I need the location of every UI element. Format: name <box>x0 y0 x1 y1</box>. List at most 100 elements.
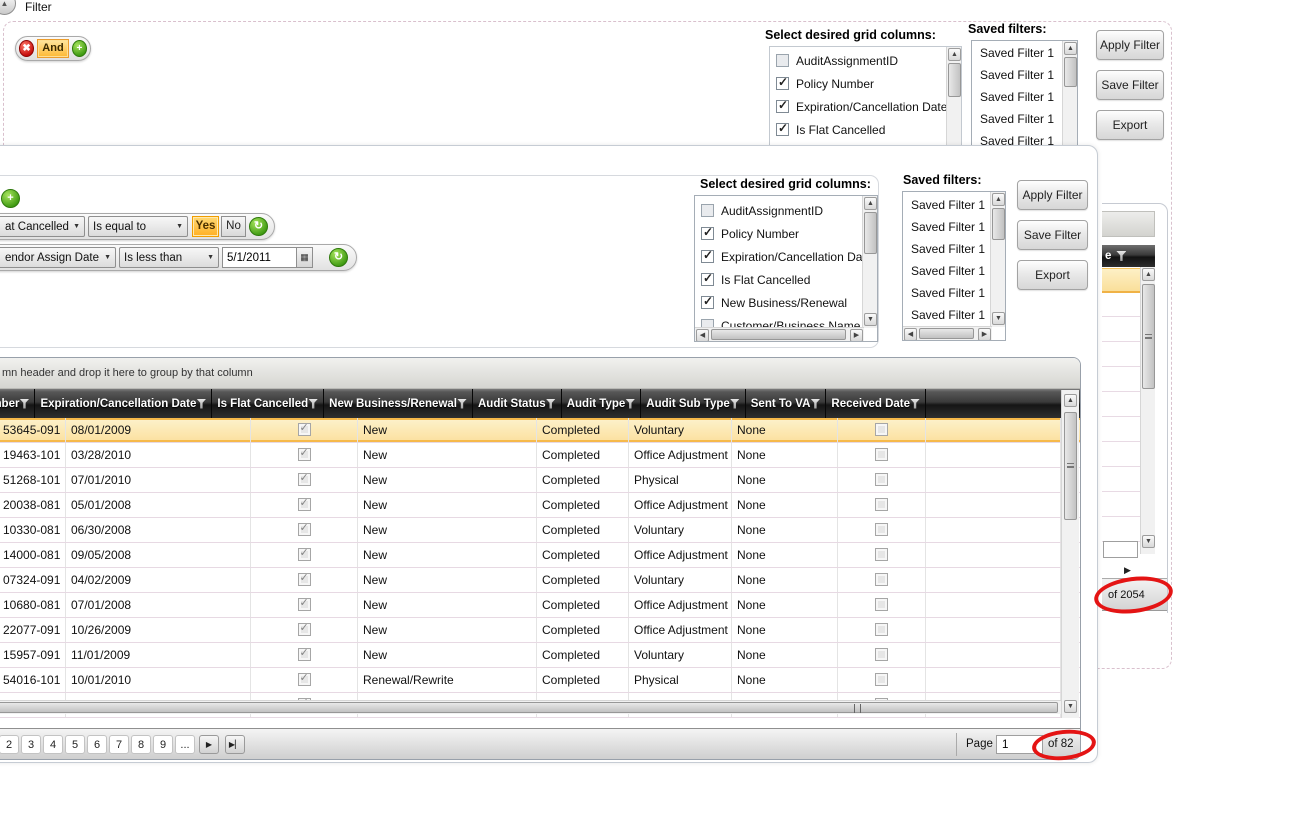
column-checkbox[interactable] <box>701 271 714 286</box>
scroll-thumb[interactable] <box>919 328 974 339</box>
column-option[interactable]: AuditAssignmentID <box>695 199 877 222</box>
background-column-header[interactable]: e <box>1102 245 1155 267</box>
filter-funnel-icon[interactable] <box>910 398 921 409</box>
operator-dropdown-1[interactable]: Is equal to ▼ <box>88 216 188 237</box>
scroll-right-icon[interactable]: ▶ <box>1124 565 1131 576</box>
column-option[interactable]: Policy Number <box>695 222 877 245</box>
field-dropdown-2[interactable]: endor Assign Date ▼ <box>0 247 116 268</box>
column-header[interactable]: Is Flat Cancelled <box>212 389 325 418</box>
column-checkbox[interactable] <box>776 75 789 90</box>
page-number-button[interactable]: 5 <box>65 735 85 754</box>
scroll-down-icon[interactable]: ▼ <box>1142 535 1155 548</box>
scroll-left-icon[interactable]: ◀ <box>696 329 709 341</box>
column-header[interactable]: Audit Type <box>562 389 642 418</box>
column-option[interactable]: AuditAssignmentID <box>770 49 961 72</box>
swap-condition-icon[interactable]: ↻ <box>249 217 268 236</box>
scroll-right-icon[interactable]: ▶ <box>850 329 863 341</box>
scroll-thumb[interactable] <box>948 63 961 97</box>
page-number-input[interactable] <box>996 735 1043 754</box>
table-row[interactable]: 10680-081 07/01/2008 New Completed Offic… <box>0 593 1080 618</box>
column-option[interactable]: Policy Number <box>770 72 961 95</box>
table-row[interactable]: 51268-101 07/01/2010 New Completed Physi… <box>0 468 1080 493</box>
scroll-up-icon[interactable]: ▲ <box>864 197 877 210</box>
column-checkbox[interactable] <box>701 204 714 217</box>
grid-horizontal-scrollbar[interactable] <box>0 700 1061 714</box>
scroll-thumb[interactable] <box>1064 412 1077 520</box>
filter-funnel-icon[interactable] <box>625 398 636 409</box>
scroll-left-icon[interactable]: ◀ <box>904 328 917 340</box>
scroll-thumb[interactable] <box>864 212 877 254</box>
column-checkbox[interactable] <box>701 225 714 240</box>
filter-funnel-icon[interactable] <box>810 398 821 409</box>
filter-funnel-icon[interactable] <box>456 398 467 409</box>
column-option[interactable]: Expiration/Cancellation Date <box>770 95 961 118</box>
operator-dropdown-2[interactable]: Is less than ▼ <box>119 247 219 268</box>
column-checkbox[interactable] <box>776 54 789 67</box>
column-checkbox[interactable] <box>776 98 789 113</box>
apply-filter-button[interactable]: Apply Filter <box>1096 30 1164 60</box>
add-filter-row-button[interactable]: + <box>1 189 20 208</box>
column-header[interactable]: Number <box>0 389 36 418</box>
column-header[interactable]: Received Date <box>826 389 927 418</box>
scroll-up-icon[interactable]: ▲ <box>1064 394 1077 407</box>
table-row[interactable]: 22077-091 10/26/2009 New Completed Offic… <box>0 618 1080 643</box>
page-number-button[interactable]: 9 <box>153 735 173 754</box>
groupby-bar[interactable]: mn header and drop it here to group by t… <box>0 358 1080 389</box>
date-input[interactable] <box>222 247 296 268</box>
apply-filter-button[interactable]: Apply Filter <box>1017 180 1088 210</box>
scroll-up-icon[interactable]: ▲ <box>1064 42 1077 55</box>
scroll-up-icon[interactable]: ▲ <box>1142 268 1155 281</box>
columns-scrollbar[interactable]: ▲ <box>946 47 961 145</box>
add-filter-button[interactable]: + <box>71 40 87 57</box>
column-header[interactable]: Audit Status <box>473 389 562 418</box>
scroll-thumb[interactable] <box>0 702 1058 713</box>
background-highlighted-row[interactable] <box>1102 268 1140 293</box>
scroll-thumb[interactable] <box>1064 57 1077 87</box>
page-number-button[interactable]: 6 <box>87 735 107 754</box>
page-number-button[interactable]: ... <box>175 735 195 754</box>
swap-condition-icon[interactable]: ↻ <box>329 248 348 267</box>
scroll-right-icon[interactable]: ▶ <box>978 328 991 340</box>
column-option[interactable]: Expiration/Cancellation Date <box>695 245 877 268</box>
filter-funnel-icon[interactable] <box>19 398 30 409</box>
column-header[interactable]: New Business/Renewal <box>324 389 473 418</box>
column-option[interactable]: New Business/Renewal <box>695 291 877 314</box>
scroll-thumb[interactable] <box>1142 284 1155 389</box>
filter-funnel-icon[interactable] <box>729 398 740 409</box>
scroll-thumb[interactable] <box>992 208 1005 240</box>
table-row[interactable]: 07324-091 04/02/2009 New Completed Volun… <box>0 568 1080 593</box>
scroll-down-icon[interactable]: ▼ <box>864 313 877 326</box>
no-toggle-button[interactable]: No <box>221 216 246 237</box>
page-number-button[interactable]: 4 <box>43 735 63 754</box>
table-row[interactable]: 10330-081 06/30/2008 New Completed Volun… <box>0 518 1080 543</box>
last-page-button[interactable]: ▶▏ <box>225 735 245 754</box>
filter-funnel-icon[interactable] <box>196 398 207 409</box>
remove-filter-group-button[interactable]: ✖ <box>19 40 35 57</box>
columns-scrollbar[interactable]: ▲ ▼ <box>862 196 877 328</box>
page-number-button[interactable]: 7 <box>109 735 129 754</box>
column-option[interactable]: Is Flat Cancelled <box>770 118 961 141</box>
export-button[interactable]: Export <box>1017 260 1088 290</box>
saved-filters-scrollbar[interactable]: ▲ <box>1062 41 1077 145</box>
page-number-button[interactable]: 2 <box>0 735 19 754</box>
scroll-down-icon[interactable]: ▼ <box>992 312 1005 325</box>
filter-collapse-button[interactable]: ▲ <box>0 0 16 15</box>
export-button[interactable]: Export <box>1096 110 1164 140</box>
background-grid-scrollbar[interactable]: ▲ ▼ <box>1140 267 1155 554</box>
calendar-icon[interactable]: ▦ <box>296 247 313 268</box>
filter-funnel-icon[interactable] <box>1116 251 1127 261</box>
save-filter-button[interactable]: Save Filter <box>1096 70 1164 100</box>
table-row[interactable]: 20038-081 05/01/2008 New Completed Offic… <box>0 493 1080 518</box>
scroll-thumb[interactable] <box>711 329 846 340</box>
column-header[interactable]: Expiration/Cancellation Date <box>35 389 213 418</box>
filter-funnel-icon[interactable] <box>308 398 319 409</box>
table-row[interactable]: 15957-091 11/01/2009 New Completed Volun… <box>0 643 1080 668</box>
columns-hscrollbar[interactable]: ◀ ▶ <box>695 327 864 341</box>
table-row[interactable]: 54016-101 10/01/2010 Renewal/Rewrite Com… <box>0 668 1080 693</box>
column-option[interactable]: Is Flat Cancelled <box>695 268 877 291</box>
scroll-up-icon[interactable]: ▲ <box>948 48 961 61</box>
page-number-button[interactable]: 8 <box>131 735 151 754</box>
table-row[interactable]: 53645-091 08/01/2009 New Completed Volun… <box>0 418 1080 443</box>
grid-vertical-scrollbar[interactable]: ▲ ▼ <box>1061 390 1079 718</box>
table-row[interactable]: 19463-101 03/28/2010 New Completed Offic… <box>0 443 1080 468</box>
